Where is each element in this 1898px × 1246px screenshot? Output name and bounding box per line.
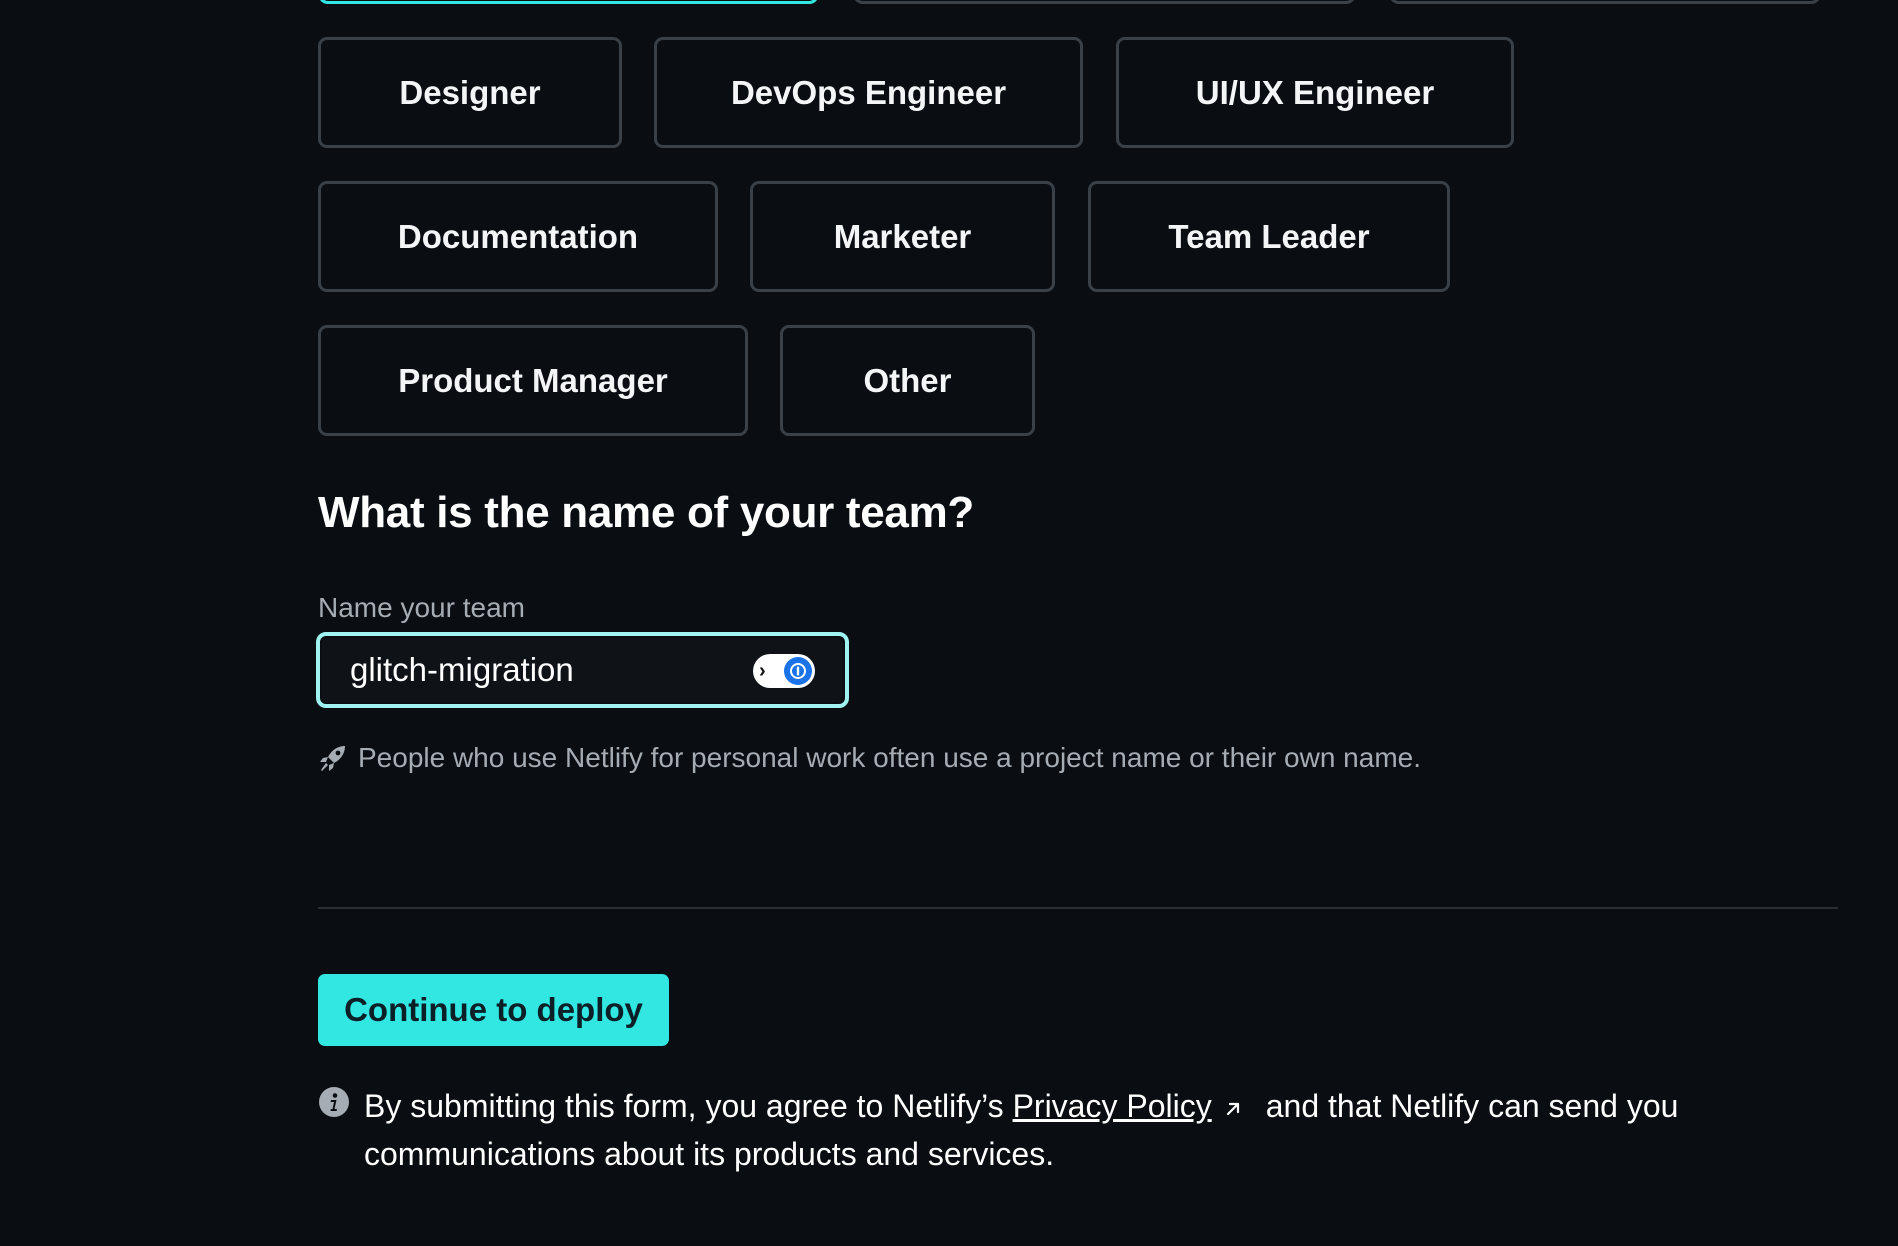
rocket-icon (320, 746, 345, 771)
team-name-label: Name your team (318, 592, 525, 623)
role-option-documentation[interactable]: Documentation (318, 181, 718, 292)
team-name-field: › (316, 632, 849, 708)
team-name-hint: People who use Netlify for personal work… (318, 742, 1421, 774)
role-option-partial[interactable] (1389, 0, 1821, 4)
section-divider (318, 907, 1838, 909)
role-option-marketer[interactable]: Marketer (750, 181, 1055, 292)
privacy-policy-link[interactable]: Privacy Policy (1013, 1088, 1212, 1124)
team-name-hint-text: People who use Netlify for personal work… (358, 742, 1422, 773)
role-option-selected-partial[interactable] (318, 0, 819, 4)
external-link-icon (1226, 1102, 1239, 1115)
team-name-heading: What is the name of your team? (318, 488, 974, 537)
password-manager-knob (784, 657, 812, 685)
privacy-notice-before: By submitting this form, you agree to Ne… (364, 1088, 1004, 1124)
privacy-notice-text: By submitting this form, you agree to Ne… (364, 1082, 1698, 1178)
continue-to-deploy-button[interactable]: Continue to deploy (318, 974, 669, 1046)
role-option-product-manager[interactable]: Product Manager (318, 325, 748, 436)
role-option-uiux-engineer[interactable]: UI/UX Engineer (1116, 37, 1514, 148)
info-icon (319, 1087, 349, 1117)
role-option-other[interactable]: Other (780, 325, 1035, 436)
password-manager-icon[interactable]: › (753, 654, 815, 688)
privacy-notice: By submitting this form, you agree to Ne… (318, 1082, 1698, 1178)
keyhole-icon (790, 663, 806, 679)
role-option-devops-engineer[interactable]: DevOps Engineer (654, 37, 1083, 148)
chevron-right-icon: › (759, 660, 766, 682)
page: Designer DevOps Engineer UI/UX Engineer … (0, 0, 1898, 1246)
role-option-team-leader[interactable]: Team Leader (1088, 181, 1450, 292)
role-option-partial[interactable] (853, 0, 1356, 4)
role-option-designer[interactable]: Designer (318, 37, 622, 148)
